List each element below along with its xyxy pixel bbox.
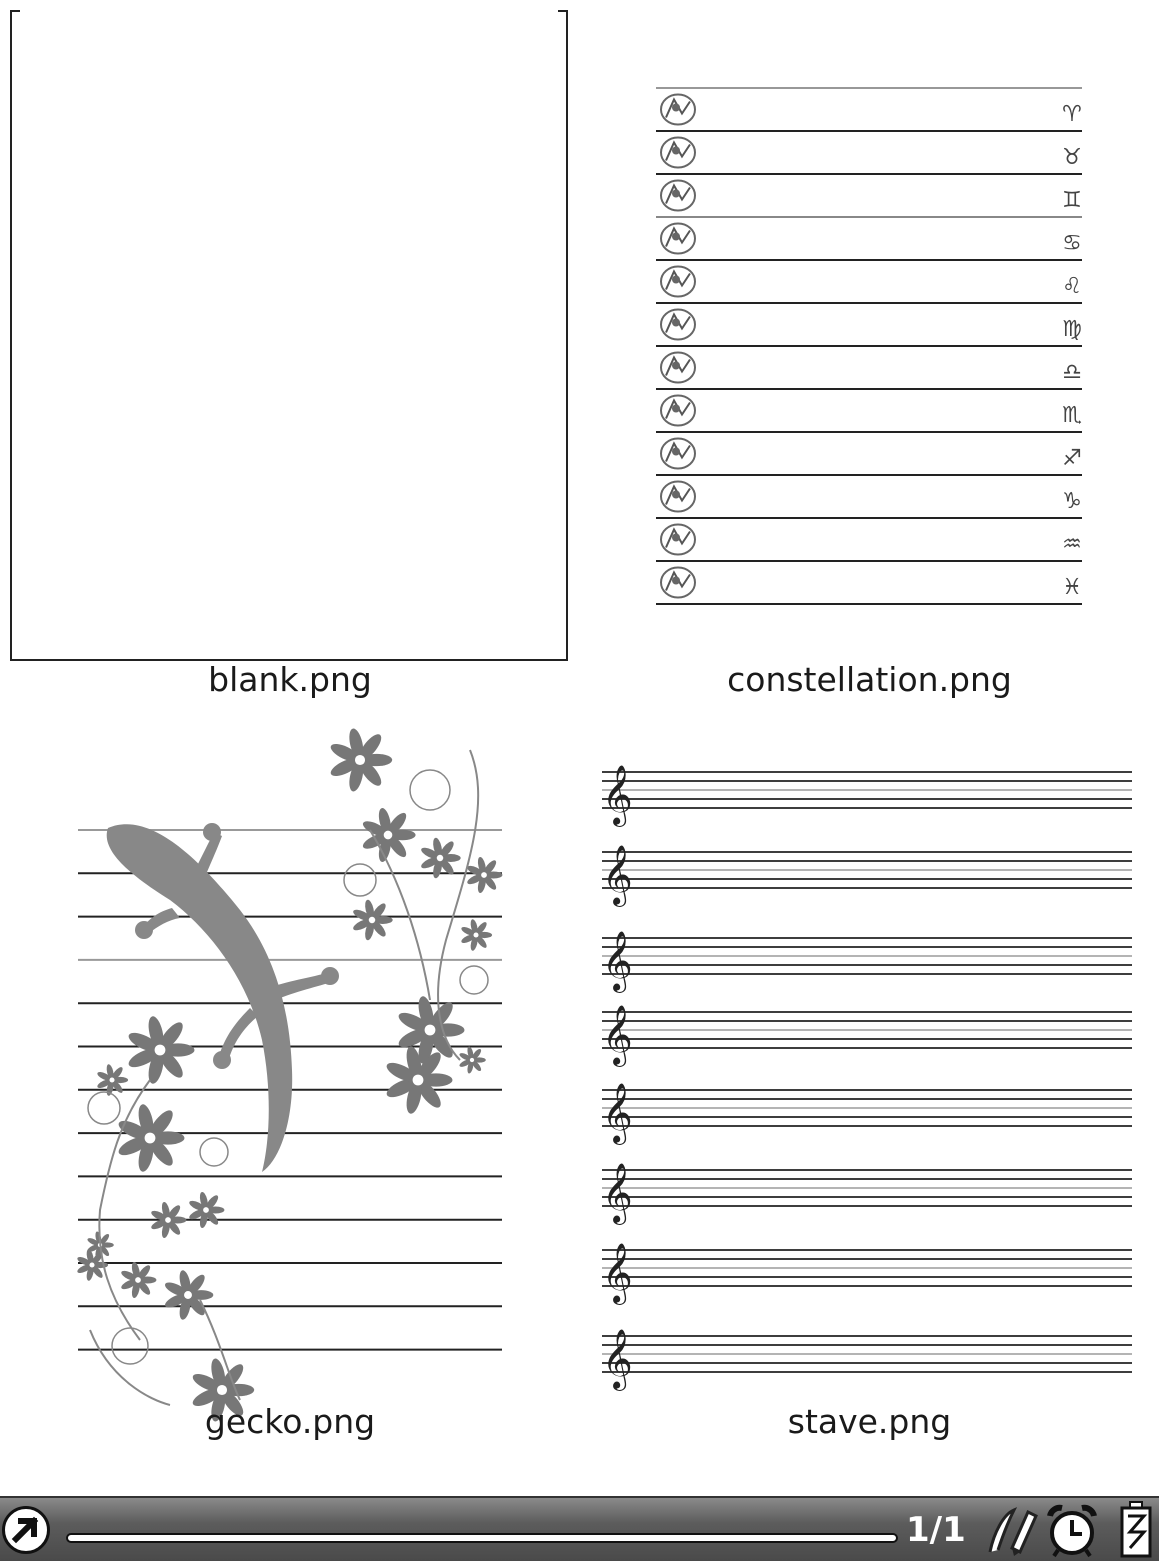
alarm-clock-icon[interactable] (1044, 1502, 1100, 1558)
music-stave: 𝄞 (602, 1163, 1132, 1225)
zodiac-glyph: ♒ (1062, 532, 1082, 557)
tile-constellation[interactable]: ♈ ♉ ♊ ♋ ♌ ♍ ♎ ♏ ♐ ♑ ♒ ♓ constellation.png (580, 0, 1159, 710)
zodiac-glyph: ♉ (1062, 145, 1082, 170)
treble-clef-icon: 𝄞 (602, 1005, 633, 1067)
music-stave: 𝄞 (602, 765, 1132, 827)
zodiac-figure-icon (660, 265, 696, 298)
status-bar: 1/1 (0, 1496, 1159, 1561)
thumbnail-stave[interactable]: 𝄞 𝄞 𝄞 𝄞 𝄞 𝄞 𝄞 𝄞 (580, 740, 1159, 1405)
tile-stave[interactable]: 𝄞 𝄞 𝄞 𝄞 𝄞 𝄞 𝄞 𝄞 stave.png (580, 740, 1159, 1450)
zodiac-figure-icon (660, 179, 696, 212)
zodiac-figure-icon (660, 437, 696, 470)
music-stave: 𝄞 (602, 931, 1132, 993)
zodiac-figure-icon (660, 222, 696, 255)
zodiac-glyph: ♐ (1062, 446, 1082, 471)
zodiac-figure-icon (660, 523, 696, 556)
zodiac-glyph: ♎ (1062, 360, 1082, 385)
home-icon[interactable] (2, 1506, 50, 1554)
zodiac-glyph: ♊ (1062, 188, 1082, 213)
treble-clef-icon: 𝄞 (602, 1329, 633, 1391)
music-stave: 𝄞 (602, 845, 1132, 907)
tile-blank[interactable]: blank.png (0, 0, 580, 710)
treble-clef-icon: 𝄞 (602, 1083, 633, 1145)
zodiac-glyph: ♈ (1062, 102, 1082, 127)
music-stave: 𝄞 (602, 1243, 1132, 1305)
caption-blank: blank.png (208, 660, 372, 699)
zodiac-figure-icon (660, 480, 696, 513)
caption-gecko: gecko.png (204, 1402, 376, 1441)
zodiac-glyph: ♑ (1062, 489, 1082, 514)
zodiac-figure-icon (660, 136, 696, 169)
caption-constellation: constellation.png (727, 660, 1012, 699)
zodiac-glyph: ♍ (1062, 317, 1082, 342)
music-stave: 𝄞 (602, 1005, 1132, 1067)
treble-clef-icon: 𝄞 (602, 765, 633, 827)
treble-clef-icon: 𝄞 (602, 931, 633, 993)
thumbnail-blank[interactable] (10, 10, 568, 661)
zodiac-figure-icon (660, 308, 696, 341)
battery-icon (1120, 1501, 1152, 1558)
zodiac-glyph: ♋ (1062, 231, 1082, 256)
zodiac-figure-icon (660, 351, 696, 384)
page-counter: 1/1 (906, 1510, 966, 1550)
zodiac-figure-icon (660, 394, 696, 427)
treble-clef-icon: 𝄞 (602, 1243, 633, 1305)
treble-clef-icon: 𝄞 (602, 845, 633, 907)
tile-gecko[interactable]: gecko.png (0, 728, 580, 1450)
zodiac-figure-icon (660, 93, 696, 126)
zodiac-glyph: ♌ (1062, 274, 1082, 299)
caption-stave: stave.png (787, 1402, 952, 1441)
zodiac-figure-icon (660, 566, 696, 599)
treble-clef-icon: 𝄞 (602, 1163, 633, 1225)
music-stave: 𝄞 (602, 1329, 1132, 1391)
thumbnail-gecko[interactable] (0, 728, 580, 1422)
music-stave: 𝄞 (602, 1083, 1132, 1145)
page-progress-bar[interactable] (66, 1533, 898, 1543)
zodiac-glyph: ♓ (1062, 575, 1082, 600)
pen-icon[interactable] (984, 1502, 1040, 1558)
thumbnail-constellation[interactable]: ♈ ♉ ♊ ♋ ♌ ♍ ♎ ♏ ♐ ♑ ♒ ♓ (580, 0, 1159, 650)
zodiac-glyph: ♏ (1062, 403, 1082, 428)
